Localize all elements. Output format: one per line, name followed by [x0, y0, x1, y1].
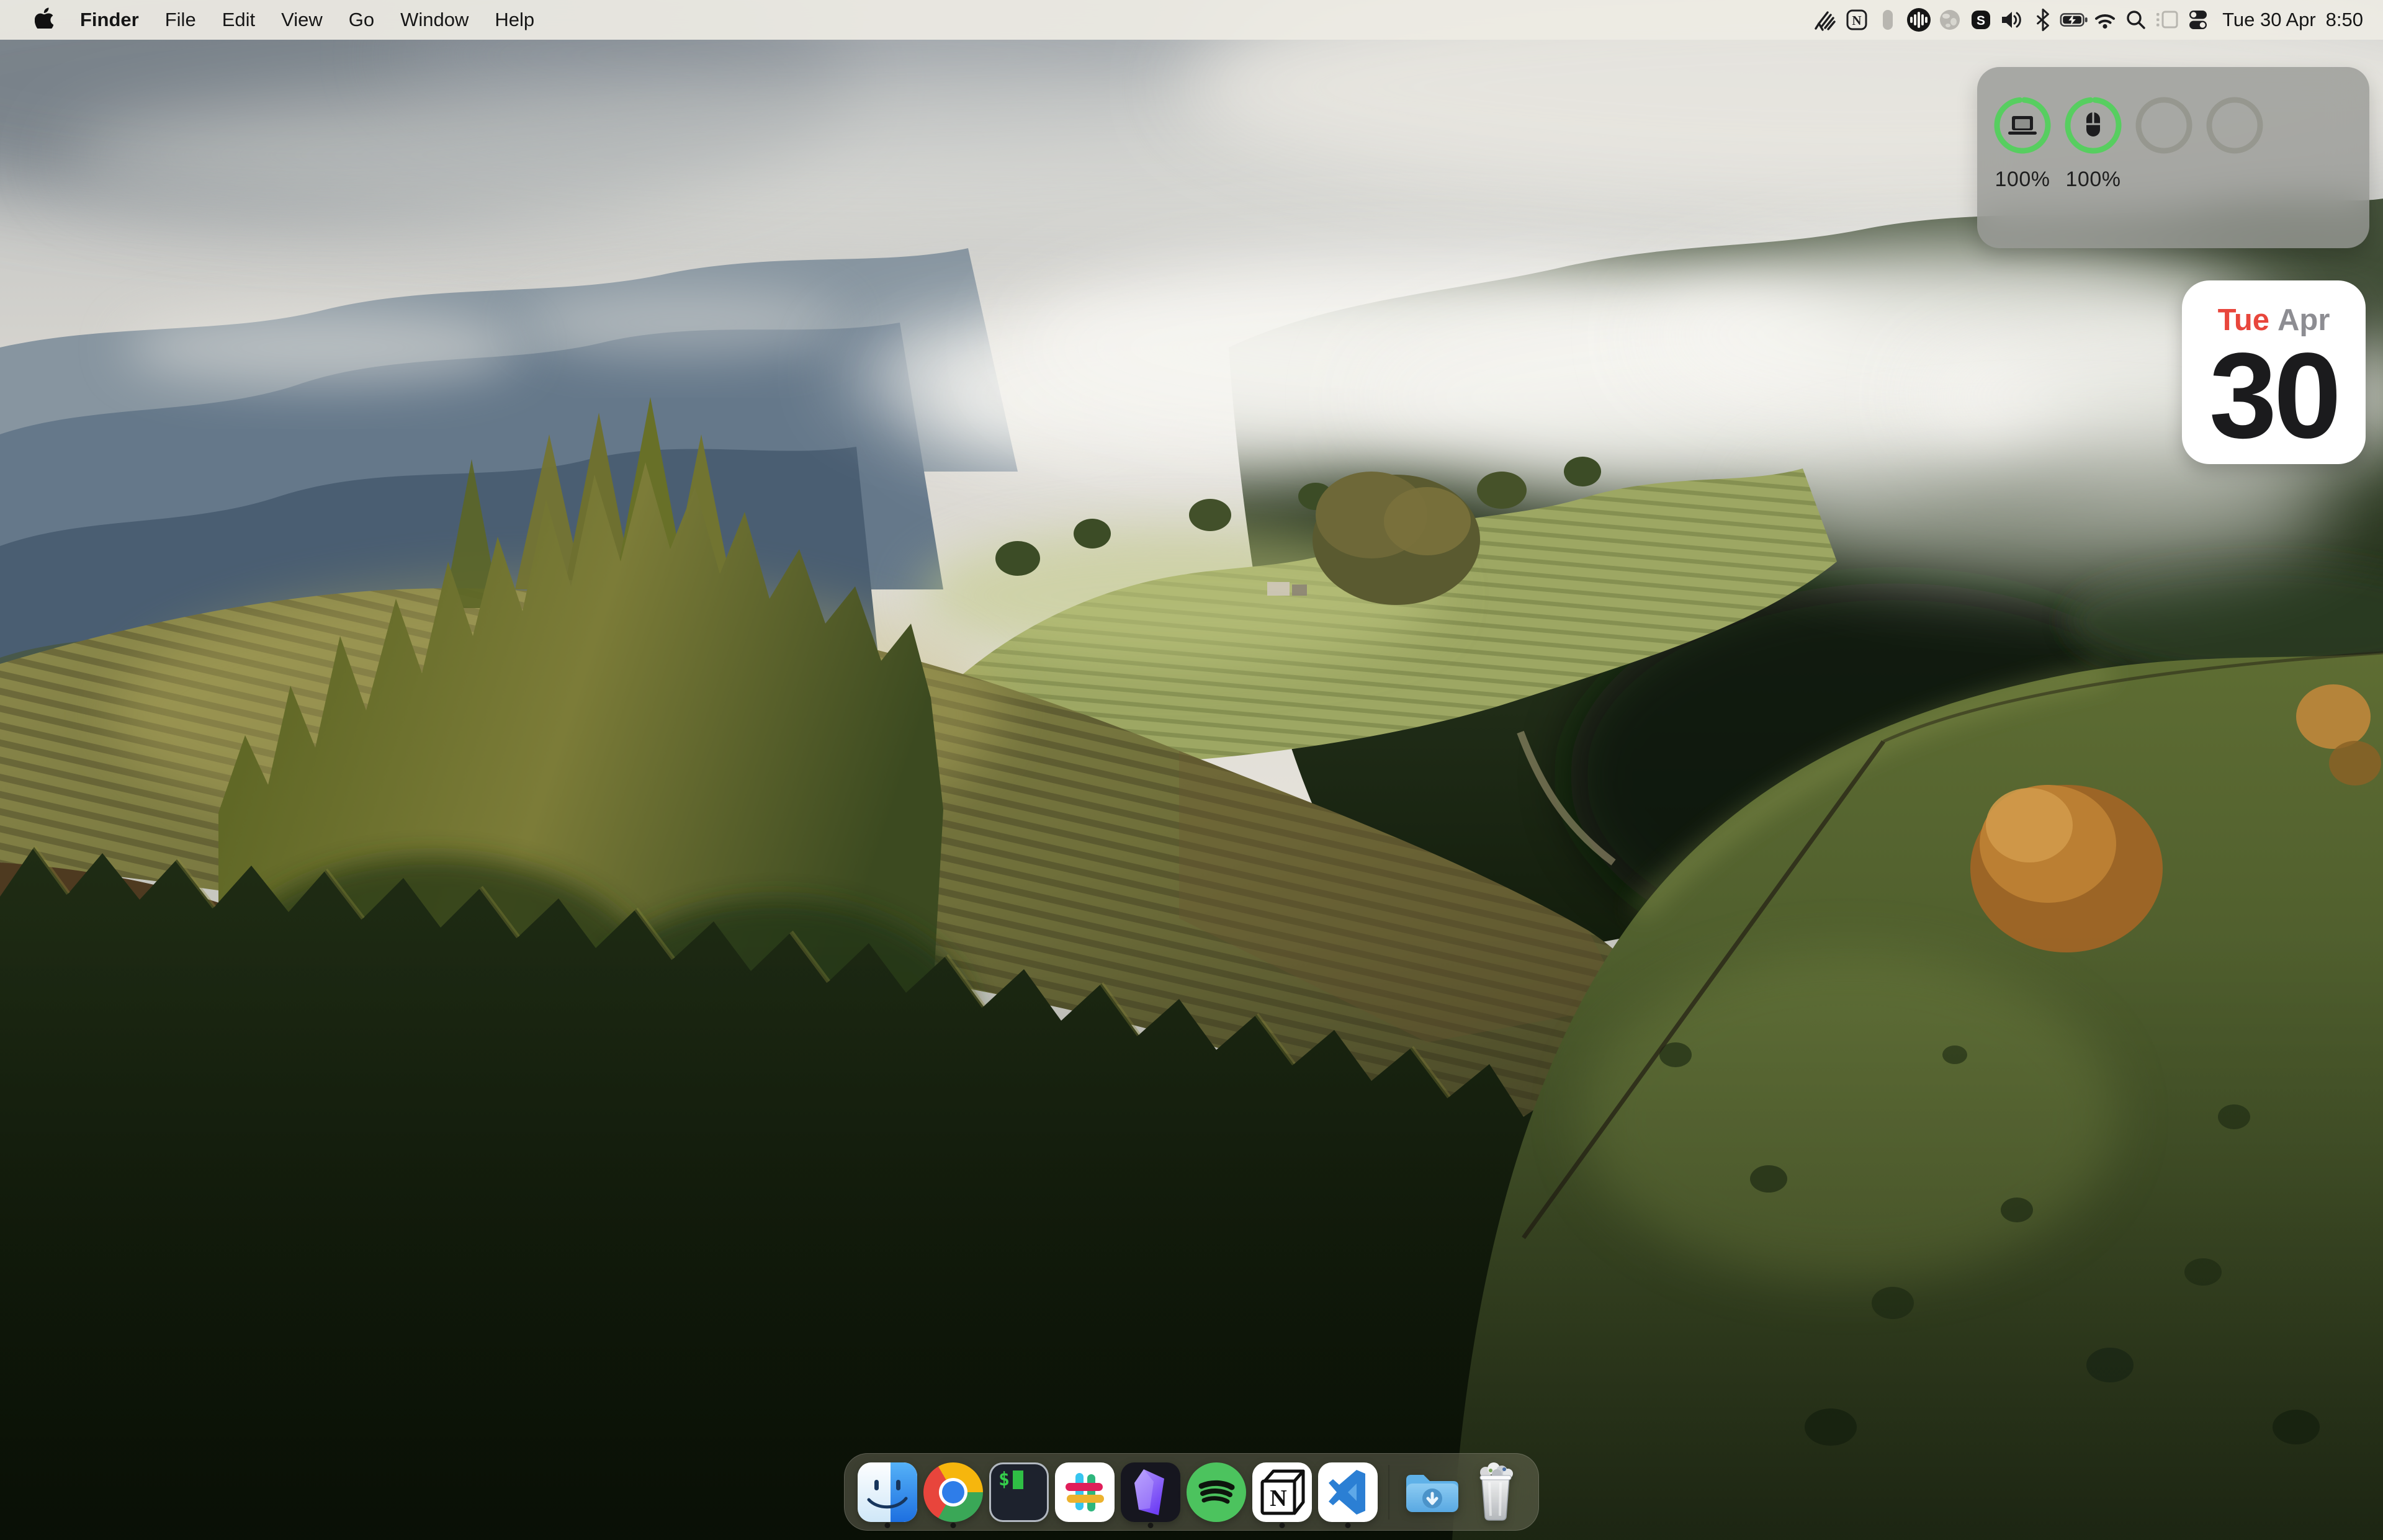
apple-menu[interactable]	[21, 0, 67, 40]
notion-menu-icon[interactable]: N	[1841, 0, 1872, 40]
running-indicator	[951, 1523, 956, 1528]
desktop: Finder File Edit View Go Window Help N	[0, 0, 2383, 1540]
bluetooth-icon[interactable]	[2027, 0, 2058, 40]
trash-full-icon	[1466, 1462, 1525, 1522]
globe-icon[interactable]	[1934, 0, 1965, 40]
battery-slot-empty-2	[2199, 96, 2270, 248]
spotlight-icon[interactable]	[2120, 0, 2152, 40]
running-indicator	[885, 1523, 891, 1528]
menu-item-view[interactable]: View	[268, 0, 336, 40]
mouse-battery-icon[interactable]	[1872, 0, 1903, 40]
dock-item-trash[interactable]	[1463, 1453, 1528, 1531]
mouse-battery-percent: 100%	[2066, 168, 2121, 192]
stage-manager-icon[interactable]	[2152, 0, 2183, 40]
finder-icon	[858, 1462, 917, 1522]
mouse-icon	[2086, 112, 2100, 137]
control-center-icon[interactable]	[2183, 0, 2214, 40]
menu-item-go[interactable]: Go	[336, 0, 387, 40]
running-indicator	[1148, 1523, 1154, 1528]
dock-item-chrome[interactable]	[920, 1453, 986, 1531]
dock-separator	[1388, 1465, 1389, 1520]
battery-slot-laptop: 100%	[1987, 96, 2058, 248]
menu-item-window[interactable]: Window	[387, 0, 482, 40]
apple-logo-icon	[35, 6, 53, 34]
dock: $	[844, 1453, 1539, 1531]
battery-widget[interactable]: 100% 100%	[1977, 67, 2369, 248]
slack-icon	[1055, 1462, 1115, 1522]
empty-battery-ring	[2205, 96, 2264, 155]
spotify-icon	[1187, 1462, 1246, 1522]
dock-item-downloads[interactable]	[1397, 1453, 1463, 1531]
svg-text:N: N	[1270, 1485, 1286, 1511]
running-indicator	[1280, 1523, 1285, 1528]
menu-item-file[interactable]: File	[152, 0, 209, 40]
krisp-waveform-icon[interactable]	[1903, 0, 1934, 40]
terminal-cursor	[1013, 1471, 1023, 1489]
dock-item-vscode[interactable]	[1315, 1453, 1381, 1531]
menu-item-app-name[interactable]: Finder	[67, 0, 152, 40]
vscode-icon	[1318, 1462, 1378, 1522]
menu-bar-status-area: N	[1810, 0, 2383, 40]
wifi-icon[interactable]	[2089, 0, 2120, 40]
running-indicator	[1345, 1523, 1351, 1528]
dock-item-spotify[interactable]	[1183, 1453, 1249, 1531]
volume-icon[interactable]	[1996, 0, 2027, 40]
menu-bar: Finder File Edit View Go Window Help N	[0, 0, 2383, 40]
downloads-folder-icon	[1400, 1462, 1460, 1522]
menu-item-edit[interactable]: Edit	[209, 0, 268, 40]
dock-item-finder[interactable]	[855, 1453, 920, 1531]
dock-item-notion[interactable]: N	[1249, 1453, 1315, 1531]
clock-time: 8:50	[2326, 9, 2363, 31]
notion-icon: N	[1252, 1462, 1312, 1522]
laptop-battery-percent: 100%	[1995, 168, 2050, 192]
laptop-icon	[2008, 116, 2037, 135]
menu-bar-clock[interactable]: Tue 30 Apr 8:50	[2214, 9, 2368, 31]
s-app-icon[interactable]: S	[1965, 0, 1996, 40]
terminal-icon: $	[989, 1462, 1049, 1522]
mouse-battery-ring	[2063, 96, 2123, 155]
svg-text:S: S	[1977, 14, 1985, 28]
battery-charging-icon[interactable]	[2058, 0, 2089, 40]
dock-item-obsidian[interactable]	[1118, 1453, 1183, 1531]
menu-item-help[interactable]: Help	[482, 0, 547, 40]
obsidian-icon	[1121, 1462, 1180, 1522]
battery-slot-empty-1	[2129, 96, 2199, 248]
terminal-prompt-glyph: $	[999, 1471, 1010, 1489]
clock-date: Tue 30 Apr	[2222, 9, 2316, 31]
hatched-app-icon[interactable]	[1810, 0, 1841, 40]
dock-item-slack[interactable]	[1052, 1453, 1118, 1531]
battery-slot-mouse: 100%	[2058, 96, 2129, 248]
empty-battery-ring	[2134, 96, 2194, 155]
dock-item-terminal[interactable]: $	[986, 1453, 1052, 1531]
calendar-day: 30	[2182, 334, 2366, 458]
calendar-widget[interactable]: Tue Apr 30	[2182, 280, 2366, 464]
chrome-icon	[923, 1462, 983, 1522]
laptop-battery-ring	[1993, 96, 2052, 155]
svg-text:N: N	[1852, 13, 1862, 28]
menu-bar-left: Finder File Edit View Go Window Help	[0, 0, 547, 40]
